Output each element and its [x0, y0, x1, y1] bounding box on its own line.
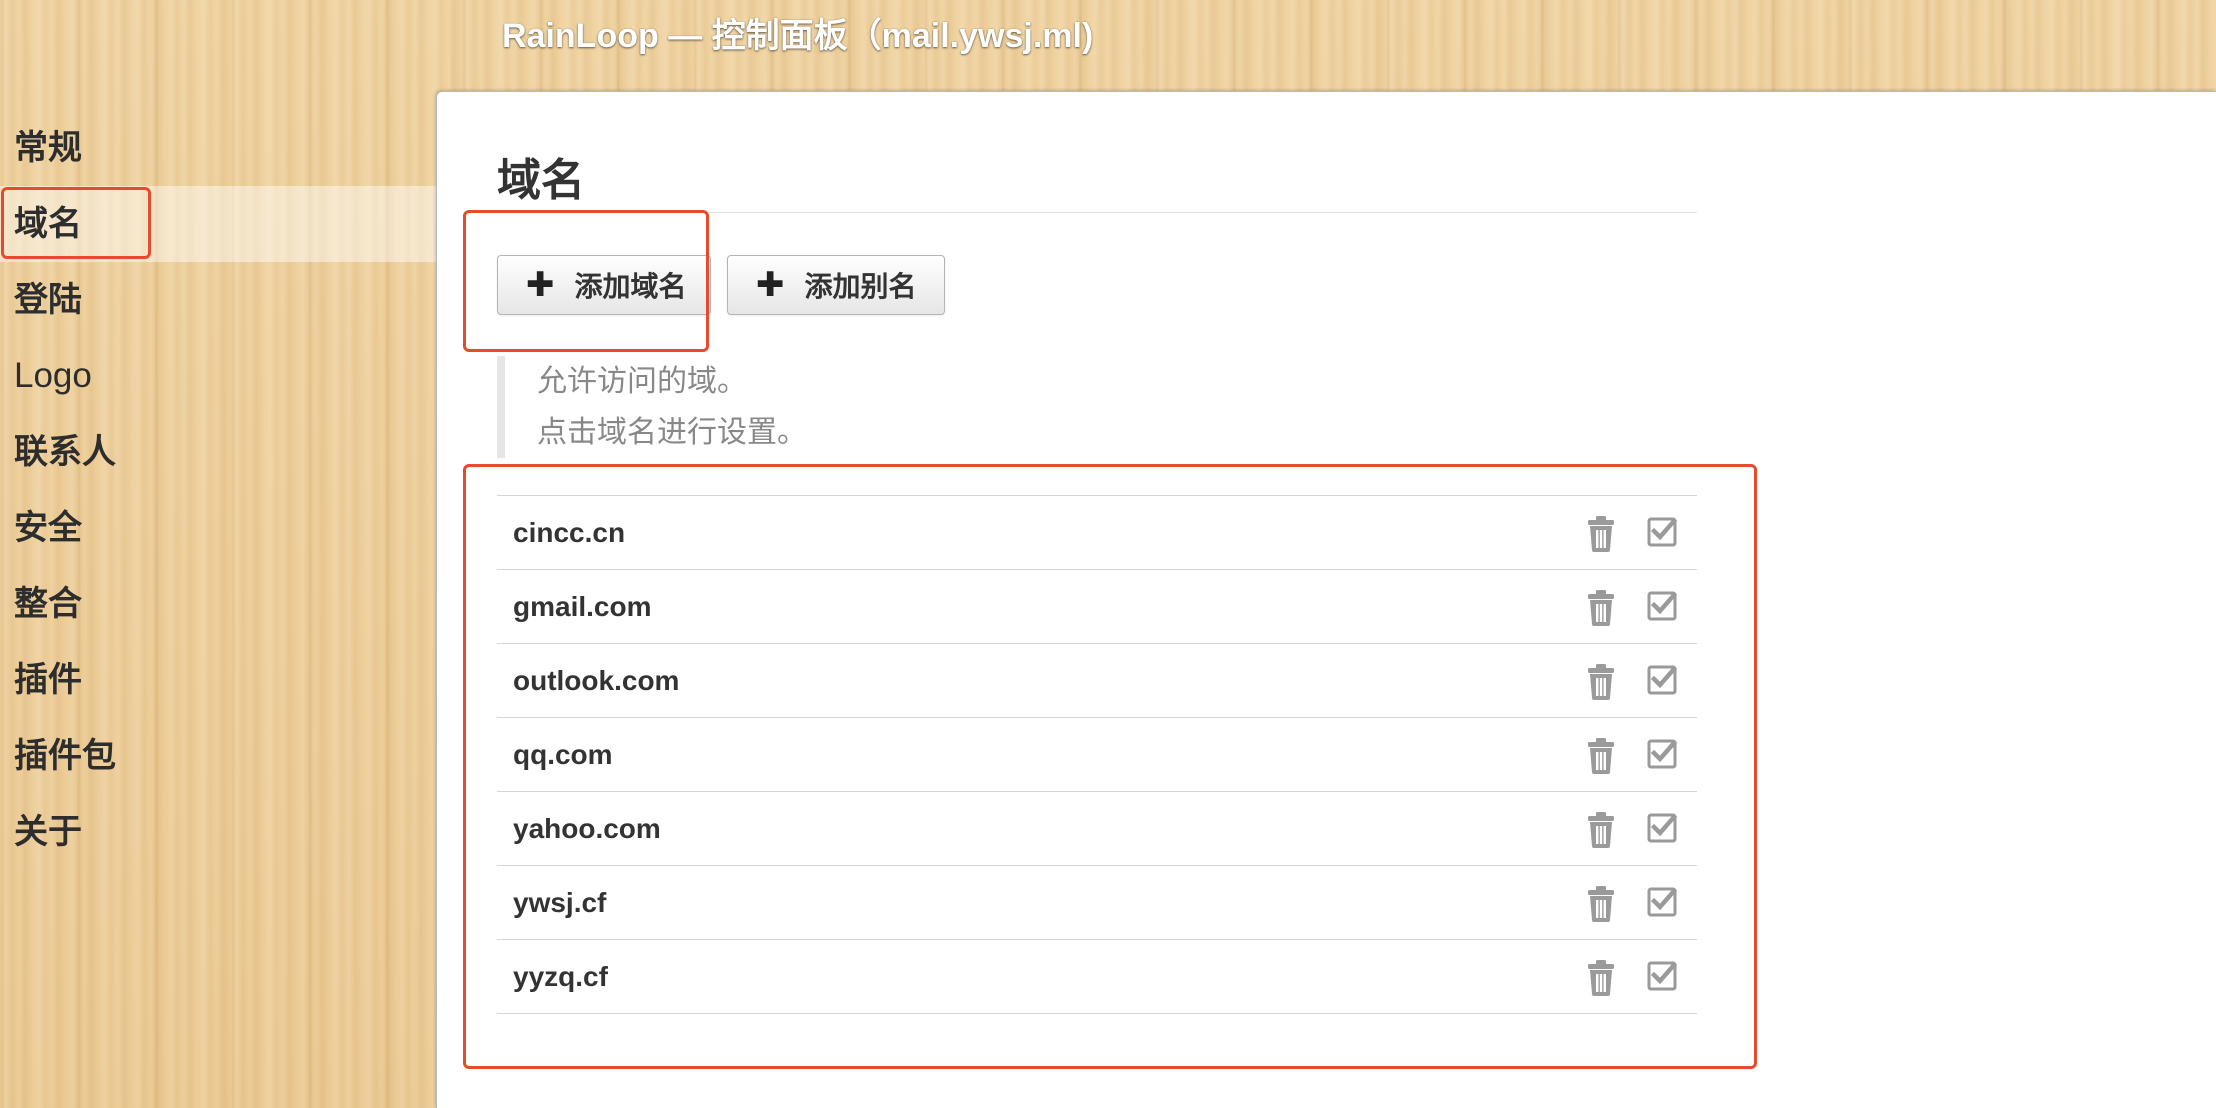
- domain-name: gmail.com: [513, 590, 652, 622]
- add-alias-label: 添加别名: [804, 271, 917, 302]
- sidebar-item-plugins[interactable]: 插件: [0, 642, 436, 718]
- sidebar-item-contacts[interactable]: 联系人: [0, 414, 436, 490]
- sidebar-nav: 常规 域名 登陆 Logo 联系人 安全 整合 插件 插件包 关于: [0, 110, 436, 870]
- domain-row[interactable]: qq.com: [497, 718, 1697, 792]
- trash-icon[interactable]: [1585, 590, 1617, 626]
- domain-row[interactable]: gmail.com: [497, 570, 1697, 644]
- trash-icon[interactable]: [1585, 738, 1617, 774]
- domain-row[interactable]: yahoo.com: [497, 792, 1697, 866]
- domain-name: yahoo.com: [513, 812, 661, 844]
- domain-row[interactable]: outlook.com: [497, 644, 1697, 718]
- trash-icon[interactable]: [1585, 516, 1617, 552]
- domain-name: qq.com: [513, 738, 613, 770]
- domains-hint: 允许访问的域。 点击域名进行设置。: [497, 356, 807, 458]
- sidebar-item-about[interactable]: 关于: [0, 794, 436, 870]
- sidebar-item-general[interactable]: 常规: [0, 110, 436, 186]
- add-domain-button[interactable]: ✚ 添加域名: [497, 255, 711, 315]
- checkbox-checked-icon[interactable]: [1647, 589, 1679, 621]
- domain-list: cincc.cn gmail.com outlook.com qq.com ya…: [497, 495, 1697, 1014]
- sidebar-item-domains[interactable]: 域名: [0, 186, 436, 262]
- sidebar-item-login[interactable]: 登陆: [0, 262, 436, 338]
- checkbox-checked-icon[interactable]: [1647, 515, 1679, 547]
- trash-icon[interactable]: [1585, 886, 1617, 922]
- plus-icon: ✚: [756, 266, 785, 304]
- checkbox-checked-icon[interactable]: [1647, 811, 1679, 843]
- sidebar-item-logo[interactable]: Logo: [0, 338, 436, 414]
- checkbox-checked-icon[interactable]: [1647, 663, 1679, 695]
- domain-row[interactable]: cincc.cn: [497, 496, 1697, 570]
- sidebar-item-packages[interactable]: 插件包: [0, 718, 436, 794]
- checkbox-checked-icon[interactable]: [1647, 885, 1679, 917]
- trash-icon[interactable]: [1585, 812, 1617, 848]
- main-panel: 域名 ✚ 添加域名 ✚ 添加别名 允许访问的域。 点击域名进行设置。 cincc…: [436, 91, 2216, 1108]
- add-domain-label: 添加域名: [574, 271, 687, 302]
- page-title: 域名: [497, 156, 585, 205]
- trash-icon[interactable]: [1585, 664, 1617, 700]
- checkbox-checked-icon[interactable]: [1647, 737, 1679, 769]
- domain-row[interactable]: ywsj.cf: [497, 866, 1697, 940]
- domain-row[interactable]: yyzq.cf: [497, 940, 1697, 1014]
- domain-name: ywsj.cf: [513, 886, 607, 918]
- app-title: RainLoop — 控制面板（mail.ywsj.ml): [502, 17, 1094, 55]
- domain-name: yyzq.cf: [513, 960, 608, 992]
- checkbox-checked-icon[interactable]: [1647, 959, 1679, 991]
- plus-icon: ✚: [526, 266, 555, 304]
- trash-icon[interactable]: [1585, 960, 1617, 996]
- title-divider: [497, 212, 1697, 213]
- sidebar-item-integrations[interactable]: 整合: [0, 566, 436, 642]
- domain-name: outlook.com: [513, 664, 680, 696]
- hint-line-1: 允许访问的域。: [537, 365, 747, 398]
- add-alias-button[interactable]: ✚ 添加别名: [727, 255, 945, 315]
- domain-name: cincc.cn: [513, 516, 626, 548]
- sidebar-item-security[interactable]: 安全: [0, 490, 436, 566]
- hint-line-2: 点击域名进行设置。: [537, 416, 807, 449]
